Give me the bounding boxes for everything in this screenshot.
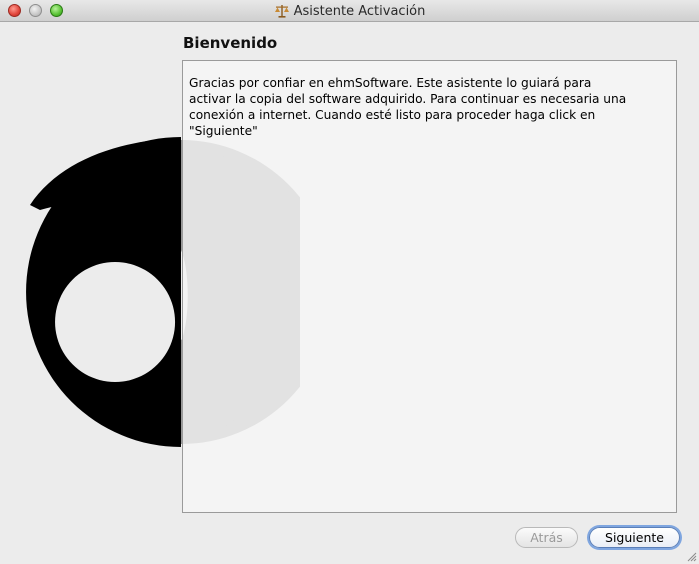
title-bar[interactable]: Asistente Activación: [0, 0, 699, 22]
page-heading: Bienvenido: [183, 34, 278, 52]
window-title: Asistente Activación: [293, 3, 426, 19]
welcome-message: Gracias por confiar en ehmSoftware. Este…: [189, 76, 627, 138]
message-panel: Gracias por confiar en ehmSoftware. Este…: [182, 60, 677, 513]
resize-grip-icon[interactable]: [687, 552, 697, 562]
scales-icon: [274, 3, 290, 19]
next-button[interactable]: Siguiente: [589, 527, 680, 548]
back-button[interactable]: Atrás: [515, 527, 578, 548]
window-title-group: Asistente Activación: [0, 3, 699, 19]
activation-window: Asistente Activación Bienvenido Gracias …: [0, 0, 699, 564]
